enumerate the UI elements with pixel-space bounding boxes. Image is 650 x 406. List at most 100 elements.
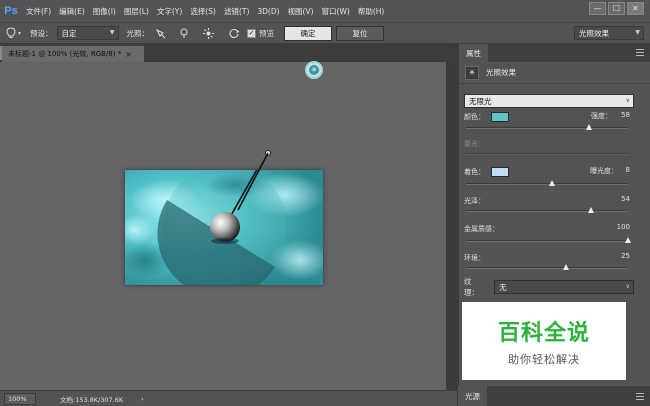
light-handle-line-ext: [246, 152, 270, 153]
preview-checkbox[interactable]: ✓: [247, 28, 256, 38]
preview-label: 预览: [259, 28, 274, 38]
document-canvas[interactable]: [125, 170, 323, 285]
exposure-slider[interactable]: [466, 180, 628, 186]
metallic-slider[interactable]: [466, 237, 631, 243]
gloss-slider[interactable]: [466, 207, 628, 213]
ambience-value[interactable]: 25: [621, 252, 630, 260]
menu-view[interactable]: 视图(V): [284, 6, 318, 17]
chevron-down-icon: ▼: [109, 29, 115, 36]
hotspot-slider: [466, 153, 628, 155]
menu-edit[interactable]: 编辑(E): [55, 6, 89, 17]
menu-help[interactable]: 帮助(H): [354, 6, 389, 17]
intensity-thumb[interactable]: [586, 124, 593, 130]
intensity-value[interactable]: 58: [621, 111, 630, 119]
intensity-slider[interactable]: [466, 124, 628, 130]
color-label: 颜色：: [464, 113, 485, 121]
menu-file[interactable]: 文件(F): [22, 6, 55, 17]
infinite-light-icon[interactable]: [201, 26, 215, 40]
intensity-label: 强度：: [591, 112, 612, 120]
exposure-value[interactable]: 8: [626, 166, 630, 174]
spot-light-icon[interactable]: [153, 26, 167, 40]
lights-panel-header: 光源: [458, 386, 650, 406]
preset-label: 预设：: [30, 28, 53, 38]
menu-window[interactable]: 窗口(W): [318, 6, 354, 17]
chevron-down-icon: ▼: [635, 29, 640, 36]
metallic-label: 金属质感：: [464, 225, 499, 233]
close-button[interactable]: ✕: [627, 2, 644, 15]
menu-layer[interactable]: 图层(L): [120, 6, 153, 17]
status-bar: 100% 文档:153.8K/307.6K ›: [0, 390, 457, 406]
workspace-value: 光照效果: [579, 28, 609, 38]
document-tab-title: 未标题-1 @ 100% (光效, RGB/8) *: [8, 50, 122, 58]
light-color-swatch[interactable]: [491, 112, 509, 122]
lighting-tool-icon[interactable]: [4, 26, 18, 40]
ok-button[interactable]: 确定: [284, 25, 332, 41]
ambience-thumb[interactable]: [563, 264, 570, 270]
watermark-subtitle: 助你轻松解决: [508, 353, 580, 366]
panel-title-row: ☀ 光照效果: [459, 62, 650, 84]
status-arrow-icon[interactable]: ›: [141, 395, 144, 403]
hotspot-row: 聚光：: [464, 138, 630, 150]
exposure-label: 曝光度：: [590, 167, 618, 175]
zoom-field[interactable]: 100%: [4, 392, 36, 405]
light-handle-endpoint[interactable]: [265, 150, 271, 156]
coloring-swatch[interactable]: [491, 167, 509, 177]
document-tab[interactable]: 未标题-1 @ 100% (光效, RGB/8) * ×: [2, 46, 144, 62]
tab-lights[interactable]: 光源: [458, 386, 487, 406]
gloss-row: 光泽： 54: [464, 195, 630, 207]
metallic-thumb[interactable]: [625, 237, 631, 243]
preset-value: 自定: [61, 28, 77, 38]
menu-image[interactable]: 图像(I): [89, 6, 120, 17]
light-widget-icon[interactable]: ✳: [305, 61, 323, 79]
menu-bar: Ps 文件(F) 编辑(E) 图像(I) 图层(L) 文字(Y) 选择(S) 滤…: [0, 0, 650, 22]
metallic-value[interactable]: 100: [617, 223, 630, 231]
exposure-thumb[interactable]: [548, 180, 555, 186]
gloss-label: 光泽：: [464, 197, 485, 205]
menu-3d[interactable]: 3D(D): [253, 7, 283, 16]
workspace-select[interactable]: 光照效果 ▼: [574, 26, 644, 40]
rotate-icon[interactable]: [227, 26, 241, 40]
menu-filter[interactable]: 滤镜(T): [220, 6, 253, 17]
coloring-row: 着色： 曝光度： 8: [464, 166, 630, 178]
document-size: 文档:153.8K/307.6K: [60, 395, 124, 404]
light-type-value: 无限光: [469, 96, 492, 106]
watermark-title: 百科全说: [497, 321, 590, 346]
minimize-button[interactable]: —: [589, 2, 606, 15]
ambience-label: 环境：: [464, 254, 485, 262]
panel-menu-icon[interactable]: [636, 49, 644, 56]
preset-select[interactable]: 自定 ▼: [56, 26, 119, 40]
metallic-row: 金属质感： 100: [464, 223, 630, 235]
texture-select[interactable]: 无 ∨: [494, 280, 634, 294]
ambience-slider[interactable]: [466, 264, 628, 270]
tab-properties[interactable]: 属性: [459, 44, 488, 62]
lighting-effects-icon: ☀: [465, 65, 479, 80]
panel-dock-strip: [450, 44, 458, 406]
hotspot-label: 聚光：: [464, 140, 485, 148]
light-label: 光照：: [126, 28, 150, 38]
menu-type[interactable]: 文字(Y): [153, 6, 186, 17]
maximize-button[interactable]: ☐: [608, 2, 625, 15]
chevron-down-icon: ∨: [625, 283, 630, 290]
close-tab-icon[interactable]: ×: [125, 50, 132, 59]
texture-label: 纹理：: [464, 277, 479, 297]
lights-panel-menu-icon[interactable]: [636, 393, 644, 400]
chevron-down-icon: ∨: [625, 97, 630, 104]
menu-select[interactable]: 选择(S): [186, 6, 220, 17]
color-row: 颜色： 强度： 58: [464, 111, 630, 123]
point-light-icon[interactable]: [177, 26, 191, 40]
watermark: 百科全说 助你轻松解决: [462, 302, 626, 380]
ambience-row: 环境： 25: [464, 252, 630, 264]
sun-icon: ✳: [309, 65, 319, 75]
app-logo: Ps: [4, 5, 18, 17]
texture-row: 纹理： 无 ∨: [464, 277, 634, 297]
light-type-select[interactable]: 无限光 ∨: [464, 94, 634, 108]
panel-header: 属性: [459, 44, 650, 62]
window-controls: — ☐ ✕: [589, 2, 644, 15]
gloss-thumb[interactable]: [587, 207, 594, 213]
texture-value: 无: [499, 282, 507, 292]
gloss-value[interactable]: 54: [621, 195, 630, 203]
coloring-label: 着色：: [464, 168, 485, 176]
document-tab-bar: 未标题-1 @ 100% (光效, RGB/8) * ×: [0, 44, 457, 62]
options-bar: ▾ 预设： 自定 ▼ 光照： ✓ 预览 确定 复位 光照效果 ▼: [0, 22, 650, 44]
reset-button[interactable]: 复位: [336, 25, 384, 41]
